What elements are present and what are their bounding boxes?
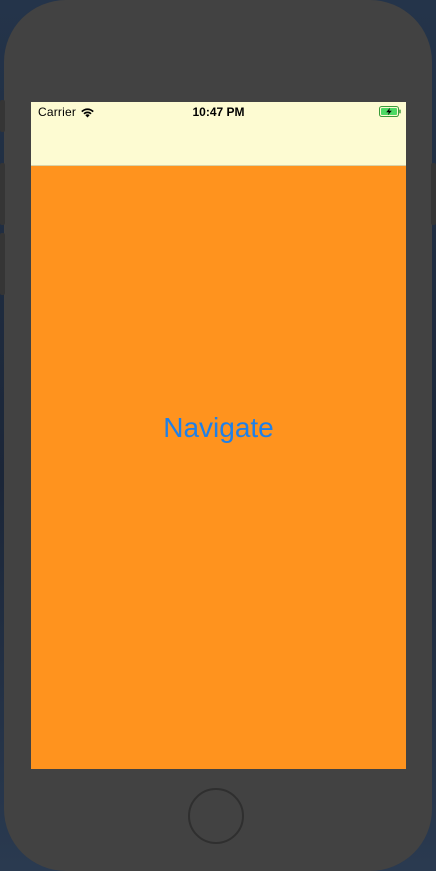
side-button-volume-up xyxy=(0,163,5,225)
side-button-mute xyxy=(0,100,5,132)
navigation-bar: Carrier 10:47 PM xyxy=(31,102,406,166)
navigate-button[interactable]: Navigate xyxy=(31,412,406,444)
side-button-volume-down xyxy=(0,233,5,295)
battery-charging-icon xyxy=(379,106,401,117)
home-button[interactable] xyxy=(188,788,244,844)
side-button-power xyxy=(431,163,436,225)
status-time: 10:47 PM xyxy=(192,105,245,119)
status-bar: Carrier 10:47 PM xyxy=(31,102,406,122)
device-screen: Carrier 10:47 PM Navigate xyxy=(31,102,406,769)
